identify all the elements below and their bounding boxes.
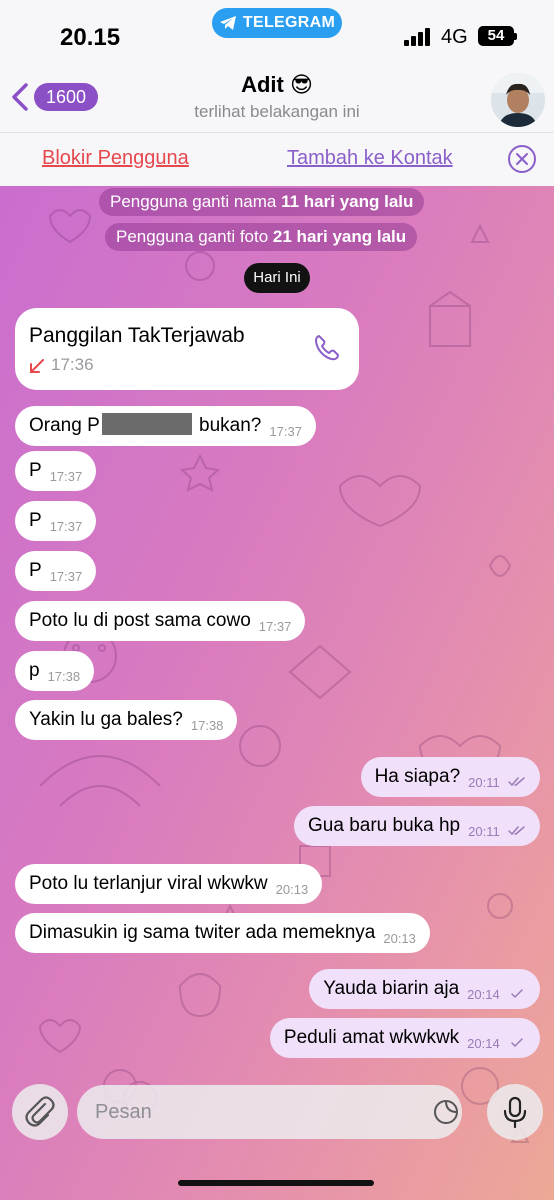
composer-bar bbox=[0, 1078, 554, 1200]
message-in[interactable]: P 17:37 bbox=[15, 451, 97, 491]
microphone-icon bbox=[503, 1096, 527, 1129]
telegram-pill-label: TELEGRAM bbox=[242, 14, 336, 31]
status-time: 20.15 bbox=[60, 24, 121, 51]
network-type: 4G bbox=[441, 26, 468, 48]
paperclip-icon bbox=[25, 1096, 55, 1127]
check-icon bbox=[511, 989, 523, 999]
message-in[interactable]: Yakin lu ga bales? 17:38 bbox=[15, 700, 238, 740]
signal-icon bbox=[404, 28, 430, 46]
double-check-icon bbox=[508, 777, 525, 787]
close-action-bar-button[interactable] bbox=[508, 145, 536, 173]
voice-record-button[interactable] bbox=[487, 1084, 543, 1140]
message-in[interactable]: Dimasukin ig sama twiter ada memeknya 20:… bbox=[15, 913, 430, 953]
phone-icon[interactable] bbox=[311, 332, 343, 364]
missed-call-title: Panggilan TakTerjawab bbox=[29, 324, 245, 347]
status-bar: 20.15 TELEGRAM 4G 54 bbox=[0, 0, 554, 70]
sticker-icon[interactable] bbox=[432, 1098, 460, 1126]
battery-icon: 54 bbox=[478, 26, 517, 46]
message-out[interactable]: Ha siapa? 20:11 bbox=[360, 757, 540, 797]
message-in[interactable]: Poto lu di post sama cowo 17:37 bbox=[15, 601, 306, 641]
chat-area[interactable]: Pengguna ganti nama 11 hari yang lalu Pe… bbox=[0, 186, 554, 1200]
attach-button[interactable] bbox=[12, 1084, 68, 1140]
message-in[interactable]: p 17:38 bbox=[15, 651, 95, 691]
message-out[interactable]: Gua baru buka hp 20:11 bbox=[294, 806, 540, 846]
missed-call-arrow-icon bbox=[30, 359, 44, 373]
message-in[interactable]: Orang P bukan? 17:37 bbox=[15, 406, 316, 446]
message-input[interactable] bbox=[77, 1085, 462, 1139]
date-divider: Hari Ini bbox=[244, 263, 310, 293]
home-indicator bbox=[178, 1180, 374, 1186]
chat-header: 1600 Adit 😎 terlihat belakangan ini bbox=[0, 70, 554, 132]
close-icon bbox=[516, 153, 528, 165]
avatar[interactable] bbox=[491, 73, 545, 127]
message-out[interactable]: Peduli amat wkwkwk 20:14 bbox=[269, 1018, 540, 1058]
block-user-link[interactable]: Blokir Pengguna bbox=[42, 147, 189, 170]
action-bar: Blokir Pengguna Tambah ke Kontak bbox=[0, 132, 554, 186]
telegram-pill[interactable]: TELEGRAM bbox=[212, 8, 342, 38]
service-message-name-change: Pengguna ganti nama 11 hari yang lalu bbox=[99, 188, 425, 216]
message-in[interactable]: P 17:37 bbox=[15, 501, 97, 541]
redacted-block bbox=[101, 412, 192, 435]
message-in[interactable]: P 17:37 bbox=[15, 551, 97, 591]
double-check-icon bbox=[508, 826, 525, 836]
missed-call-bubble[interactable]: Panggilan TakTerjawab 17:36 bbox=[15, 308, 359, 390]
add-contact-link[interactable]: Tambah ke Kontak bbox=[287, 147, 453, 170]
chat-title[interactable]: Adit 😎 bbox=[0, 72, 554, 98]
service-message-photo-change: Pengguna ganti foto 21 hari yang lalu bbox=[105, 223, 418, 251]
message-in[interactable]: Poto lu terlanjur viral wkwkw 20:13 bbox=[15, 864, 323, 904]
message-out[interactable]: Yauda biarin aja 20:14 bbox=[309, 969, 540, 1009]
chat-last-seen: terlihat belakangan ini bbox=[194, 102, 360, 121]
missed-call-time: 17:36 bbox=[51, 355, 94, 374]
telegram-icon bbox=[219, 16, 236, 30]
check-icon bbox=[511, 1038, 523, 1048]
avatar-photo bbox=[491, 73, 545, 127]
